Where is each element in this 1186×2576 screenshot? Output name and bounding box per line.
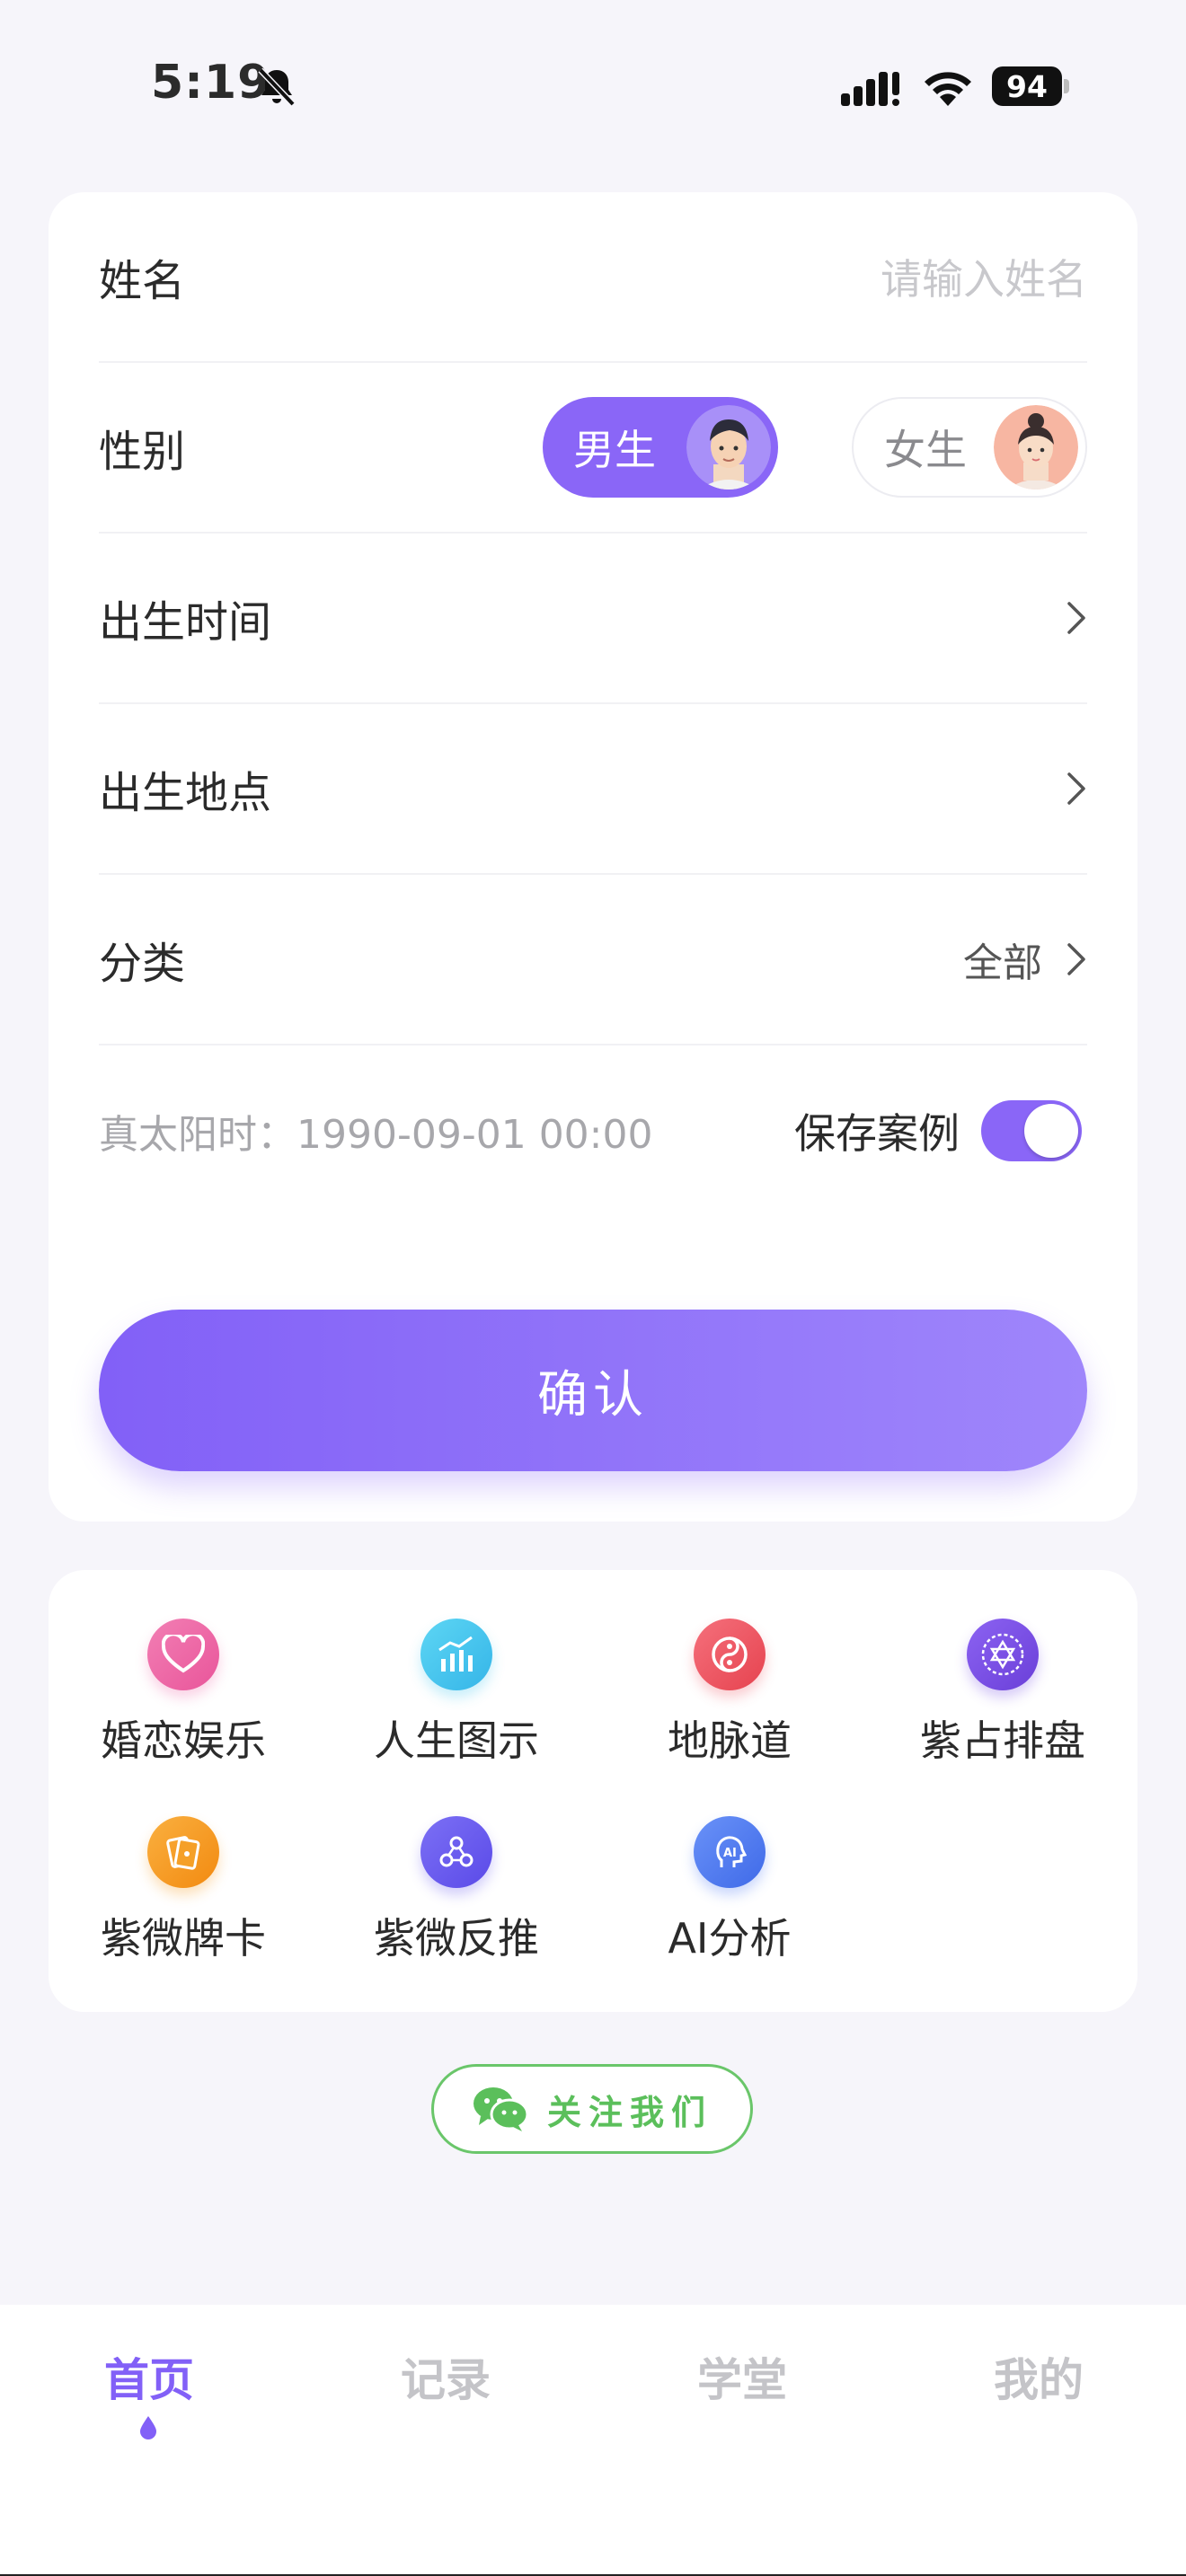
ai-head-icon: AI [694,1816,766,1888]
category-label: 分类 [99,939,186,989]
gender-female-button[interactable]: 女生 [852,397,1087,498]
gender-row: 性别 男生 女生 [99,363,1087,534]
feature-ziwei-cards[interactable]: 紫微牌卡 [49,1768,318,1963]
cellular-signal-icon [841,72,899,106]
nodes-icon [420,1816,492,1888]
feature-label: 紫占排盘 [920,1716,1085,1765]
category-row[interactable]: 分类 全部 [99,875,1087,1045]
bell-muted-icon [258,67,296,107]
confirm-button[interactable]: 确认 [99,1310,1087,1471]
active-tab-indicator-icon [140,2416,156,2439]
tab-mine[interactable]: 我的 [949,2344,1128,2409]
tab-academy[interactable]: 学堂 [652,2344,832,2409]
cards-icon [147,1816,219,1888]
birth-place-row[interactable]: 出生地点 [99,704,1087,875]
birth-time-row[interactable]: 出生时间 [99,534,1087,704]
svg-text:AI: AI [723,1847,737,1860]
birth-time-label: 出生时间 [99,597,272,648]
solar-time-row: 真太阳时：1990-09-01 00:00 保存案例 [99,1045,1087,1216]
wechat-icon [473,2087,529,2131]
gender-female-label: 女生 [884,426,967,474]
tab-home[interactable]: 首页 [59,2344,239,2409]
feature-life-chart[interactable]: 人生图示 [322,1570,591,1765]
feature-dimaidao[interactable]: 地脉道 [595,1570,864,1765]
heart-icon [147,1619,219,1690]
feature-label: 婚恋娱乐 [101,1716,266,1765]
follow-us-label: 关注我们 [546,2092,712,2132]
chevron-right-icon [1067,943,1085,975]
name-row[interactable]: 姓名 请输入姓名 [99,192,1087,363]
chart-icon [420,1619,492,1690]
feature-grid-card: 婚恋娱乐 人生图示 地脉道 紫占排盘 紫微牌卡 紫微反推 AI AI分析 [49,1570,1137,2012]
tab-records[interactable]: 记录 [356,2344,535,2409]
female-avatar-icon [994,405,1078,490]
category-value: 全部 [963,940,1042,986]
male-avatar-icon [686,405,771,490]
yinyang-icon [694,1619,766,1690]
save-case-toggle[interactable] [981,1100,1082,1161]
feature-label: 紫微反推 [374,1914,539,1963]
feature-label: AI分析 [668,1914,792,1963]
gender-male-button[interactable]: 男生 [543,397,778,498]
star-plate-icon [967,1619,1039,1690]
name-input[interactable]: 请输入姓名 [881,247,1087,306]
chevron-right-icon [1067,602,1085,634]
gender-label: 性别 [99,427,186,477]
wifi-icon [925,72,971,106]
battery-indicator: 94 [992,66,1069,106]
name-label: 姓名 [99,256,186,306]
bottom-tab-bar: 首页 记录 学堂 我的 [0,2305,1186,2576]
status-time: 5:19 [151,56,271,110]
feature-label: 紫微牌卡 [101,1914,266,1963]
feature-ai-analysis[interactable]: AI AI分析 [595,1768,864,1963]
save-case-label: 保存案例 [794,1109,960,1158]
birth-info-form-card: 姓名 请输入姓名 性别 男生 女生 出生时间 出生地点 分类 全部 真太阳时：1… [49,192,1137,1522]
feature-marriage[interactable]: 婚恋娱乐 [49,1570,318,1765]
feature-label: 地脉道 [668,1716,792,1765]
feature-label: 人生图示 [374,1716,539,1765]
chevron-right-icon [1067,772,1085,805]
birth-place-label: 出生地点 [99,768,272,818]
feature-ziwei-reverse[interactable]: 紫微反推 [322,1768,591,1963]
feature-zizhan[interactable]: 紫占排盘 [868,1570,1137,1765]
gender-male-label: 男生 [573,426,656,474]
battery-level: 94 [992,66,1062,106]
status-bar: 5:19 94 [0,0,1186,171]
true-solar-time: 真太阳时：1990-09-01 00:00 [99,1112,653,1158]
follow-us-button[interactable]: 关注我们 [431,2064,753,2154]
